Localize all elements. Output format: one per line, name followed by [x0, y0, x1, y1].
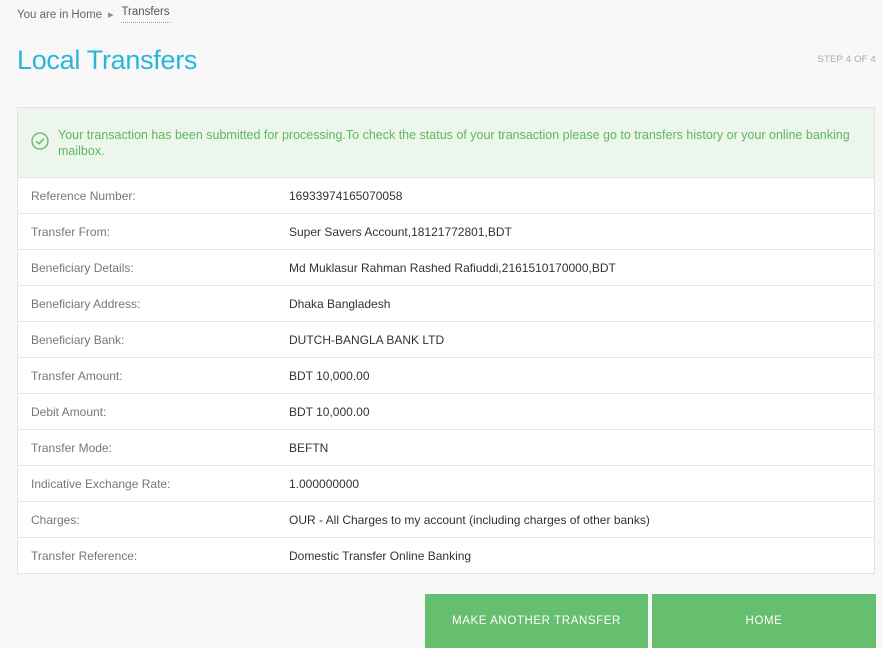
- details-label: Beneficiary Details:: [31, 260, 134, 275]
- details-value: Super Savers Account,18121772801,BDT: [289, 224, 512, 239]
- details-label: Transfer Reference:: [31, 548, 138, 563]
- success-alert: Your transaction has been submitted for …: [18, 108, 874, 178]
- details-row: Indicative Exchange Rate: 1.000000000: [18, 466, 874, 502]
- details-value: 1.000000000: [289, 476, 360, 491]
- check-circle-icon: [31, 132, 49, 150]
- details-value: BDT 10,000.00: [289, 404, 370, 419]
- breadcrumb-home-link[interactable]: Home: [71, 9, 102, 21]
- details-label: Transfer From:: [31, 224, 110, 239]
- details-value: BEFTN: [289, 440, 329, 455]
- breadcrumb: You are in Home ▶ Transfers: [17, 6, 170, 23]
- details-label: Beneficiary Address:: [31, 296, 141, 311]
- details-row: Beneficiary Address: Dhaka Bangladesh: [18, 286, 874, 322]
- page: You are in Home ▶ Transfers Local Transf…: [0, 0, 883, 648]
- success-alert-message: Your transaction has been submitted for …: [58, 128, 850, 158]
- breadcrumb-separator-icon: ▶: [108, 11, 114, 19]
- details-list: Reference Number: 16933974165070058 Tran…: [18, 178, 874, 573]
- confirmation-panel: Your transaction has been submitted for …: [17, 107, 875, 574]
- details-value: Md Muklasur Rahman Rashed Rafiuddi,21615…: [289, 260, 616, 275]
- details-label: Debit Amount:: [31, 404, 107, 419]
- details-row: Transfer Amount: BDT 10,000.00: [18, 358, 874, 394]
- details-row: Transfer From: Super Savers Account,1812…: [18, 214, 874, 250]
- details-row: Beneficiary Bank: DUTCH-BANGLA BANK LTD: [18, 322, 874, 358]
- details-label: Transfer Amount:: [31, 368, 123, 383]
- details-value: BDT 10,000.00: [289, 368, 370, 383]
- breadcrumb-prefix: You are in: [17, 8, 69, 21]
- details-row: Reference Number: 16933974165070058: [18, 178, 874, 214]
- details-row: Debit Amount: BDT 10,000.00: [18, 394, 874, 430]
- details-row: Transfer Reference: Domestic Transfer On…: [18, 538, 874, 573]
- step-indicator: STEP 4 OF 4: [817, 54, 876, 65]
- details-value: 16933974165070058: [289, 188, 403, 203]
- details-row: Transfer Mode: BEFTN: [18, 430, 874, 466]
- breadcrumb-current: Transfers: [121, 6, 170, 23]
- details-label: Transfer Mode:: [31, 440, 112, 455]
- page-title: Local Transfers: [17, 45, 198, 75]
- details-row: Charges: OUR - All Charges to my account…: [18, 502, 874, 538]
- make-another-transfer-button[interactable]: MAKE ANOTHER TRANSFER: [425, 594, 648, 648]
- details-label: Beneficiary Bank:: [31, 332, 125, 347]
- details-value: Domestic Transfer Online Banking: [289, 548, 472, 563]
- details-value: DUTCH-BANGLA BANK LTD: [289, 332, 445, 347]
- details-label: Charges:: [31, 512, 80, 527]
- details-label: Indicative Exchange Rate:: [31, 476, 171, 491]
- home-button[interactable]: HOME: [652, 594, 876, 648]
- details-label: Reference Number:: [31, 188, 136, 203]
- details-value: OUR - All Charges to my account (includi…: [289, 512, 650, 527]
- details-row: Beneficiary Details: Md Muklasur Rahman …: [18, 250, 874, 286]
- action-buttons: MAKE ANOTHER TRANSFER HOME: [425, 594, 876, 648]
- details-value: Dhaka Bangladesh: [289, 296, 391, 311]
